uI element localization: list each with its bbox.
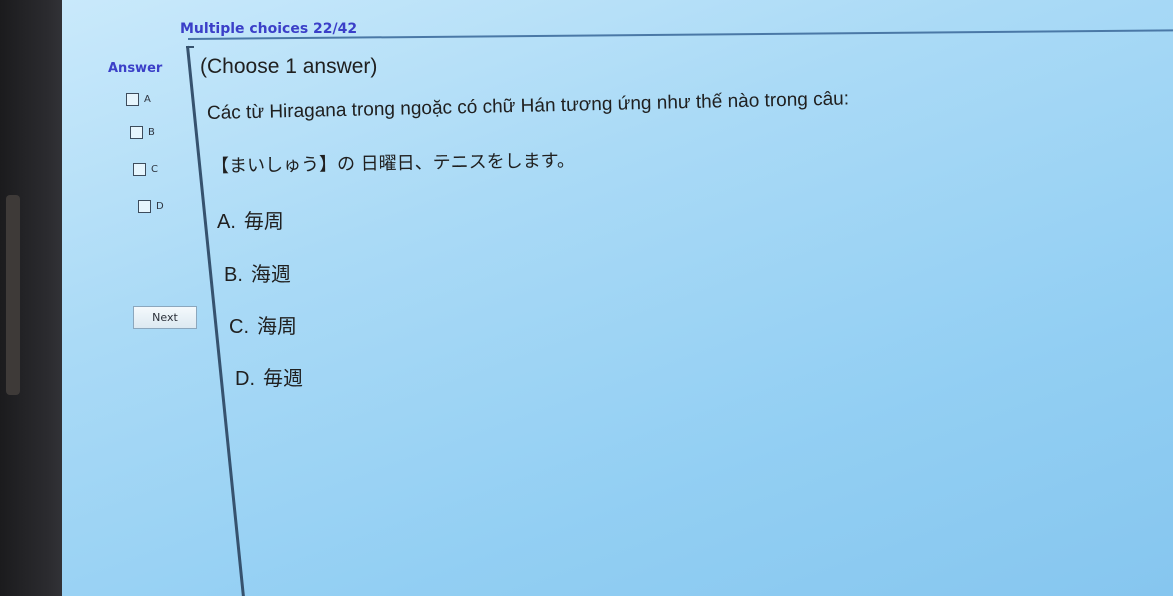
- quiz-progress-title: Multiple choices 22/42: [180, 21, 358, 37]
- answer-options: A B C D: [62, 0, 192, 596]
- choice-text-b: 海週: [250, 262, 291, 286]
- choice-text-c: 海周: [257, 314, 297, 338]
- choice-letter-b: B.: [224, 264, 243, 286]
- checkbox-d[interactable]: [138, 200, 151, 213]
- choice-b: B. 海週: [224, 258, 291, 287]
- choice-text-d: 毎週: [263, 366, 303, 390]
- choice-d: D. 毎週: [235, 362, 303, 391]
- option-letter-a: A: [144, 94, 151, 105]
- checkbox-c[interactable]: [133, 163, 146, 176]
- next-button[interactable]: Next: [133, 306, 197, 329]
- choice-c: C. 海周: [229, 310, 297, 339]
- bezel-hinge: [6, 195, 20, 395]
- option-letter-b: B: [148, 127, 155, 138]
- question-prompt: Các từ Hiragana trong ngoặc có chữ Hán t…: [206, 88, 850, 124]
- option-letter-c: C: [151, 164, 158, 175]
- checkbox-a[interactable]: [126, 93, 139, 106]
- answer-option-a[interactable]: A: [126, 93, 151, 106]
- answer-option-d[interactable]: D: [138, 200, 164, 213]
- choice-letter-d: D.: [235, 368, 255, 390]
- choice-letter-c: C.: [229, 316, 249, 338]
- choose-instruction: (Choose 1 answer): [200, 55, 378, 78]
- quiz-screen: Multiple choices 22/42 Answer A B C D Ne…: [62, 0, 1173, 596]
- checkbox-b[interactable]: [130, 126, 143, 139]
- choice-text-a: 毎周: [243, 209, 284, 233]
- answer-option-b[interactable]: B: [130, 126, 155, 139]
- option-letter-d: D: [156, 201, 164, 212]
- question-sentence: 【まいしゅう】の 日曜日、テニスをします。: [210, 150, 576, 177]
- answer-option-c[interactable]: C: [133, 163, 158, 176]
- choice-a: A. 毎周: [217, 205, 284, 234]
- choice-letter-a: A.: [217, 211, 236, 233]
